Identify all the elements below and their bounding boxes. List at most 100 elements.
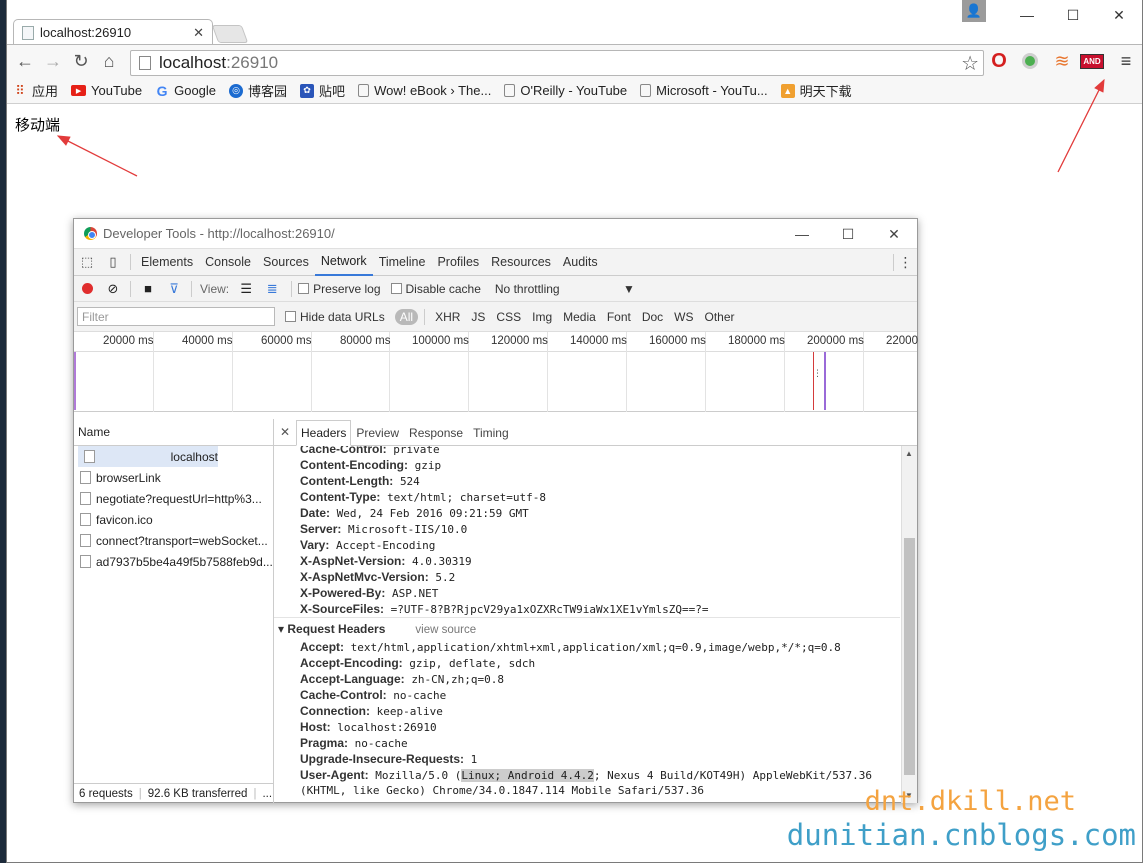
- file-icon: [80, 471, 91, 484]
- ua-highlight: Linux; Android 4.4.2: [461, 769, 594, 782]
- filter-js[interactable]: JS: [466, 309, 490, 325]
- timeline-handle-icon[interactable]: ⋮: [813, 368, 822, 379]
- filter-css[interactable]: CSS: [491, 309, 526, 325]
- tab-network[interactable]: Network: [314, 249, 373, 276]
- arrow-to-extension: [1057, 78, 1105, 173]
- filter-all[interactable]: All: [394, 308, 419, 325]
- devtools-title: Developer Tools - http://localhost:26910…: [103, 226, 335, 241]
- devtools-menu-icon[interactable]: ⋮: [893, 253, 917, 271]
- view-source-link[interactable]: view source: [415, 624, 476, 636]
- filter-other[interactable]: Other: [700, 309, 740, 325]
- header-line: Pragma: no-cache: [300, 736, 408, 750]
- header-line: Host: localhost:26910: [300, 720, 437, 734]
- header-line: Content-Length: 524: [300, 474, 420, 488]
- tab-timing[interactable]: Timing: [468, 426, 514, 445]
- request-list: Name localhost browserLink negotiate?req…: [74, 419, 274, 803]
- request-row[interactable]: ad7937b5be4a49f5b7588feb9d...: [74, 551, 273, 572]
- timeline-tick: 140000 ms: [570, 335, 627, 347]
- filter-icon[interactable]: ⊽: [161, 281, 187, 297]
- filter-doc[interactable]: Doc: [637, 309, 668, 325]
- hide-data-urls-checkbox[interactable]: Hide data URLs: [285, 310, 385, 324]
- network-filter-bar: Filter Hide data URLs All XHR JS CSS Img…: [74, 302, 917, 332]
- request-row[interactable]: favicon.ico: [74, 509, 273, 530]
- throttling-select[interactable]: No throttling ▼: [495, 282, 635, 296]
- headers-scrollbar[interactable]: ▲ ▼: [901, 446, 917, 803]
- timeline-tick: 180000 ms: [728, 335, 785, 347]
- tab-audits[interactable]: Audits: [557, 249, 604, 276]
- filter-input[interactable]: Filter: [77, 307, 275, 326]
- timeline-tick: 120000 ms: [491, 335, 548, 347]
- chrome-logo-icon: [84, 227, 97, 240]
- scroll-up-icon[interactable]: ▲: [905, 449, 913, 458]
- file-icon: [84, 450, 95, 463]
- tab-resources[interactable]: Resources: [485, 249, 557, 276]
- header-line: Vary: Accept-Encoding: [300, 538, 436, 552]
- filter-media[interactable]: Media: [558, 309, 601, 325]
- file-icon: [80, 534, 91, 547]
- devtools-titlebar: Developer Tools - http://localhost:26910…: [74, 219, 917, 249]
- request-row[interactable]: connect?transport=webSocket...: [74, 530, 273, 551]
- watermark-line-2: dunitian.cnblogs.com: [786, 818, 1136, 852]
- filter-img[interactable]: Img: [527, 309, 557, 325]
- network-overview[interactable]: 20000 ms 40000 ms 60000 ms 80000 ms 1000…: [74, 332, 918, 412]
- detail-tabs: ✕ Headers Preview Response Timing: [274, 419, 917, 446]
- timeline-ruler: 20000 ms 40000 ms 60000 ms 80000 ms 1000…: [74, 332, 918, 412]
- devtools-panel-tabs: ⬚ ▯ Elements Console Sources Network Tim…: [74, 249, 917, 276]
- tab-sources[interactable]: Sources: [257, 249, 315, 276]
- headers-content: Cache-Control: private Content-Encoding:…: [274, 446, 900, 803]
- overview-icon[interactable]: ≣: [259, 281, 285, 297]
- timeline-tick: 22000: [886, 335, 918, 347]
- name-column-header[interactable]: Name: [74, 419, 273, 446]
- inspect-element-icon[interactable]: ⬚: [74, 254, 100, 270]
- scroll-thumb[interactable]: [904, 538, 915, 775]
- record-icon[interactable]: [74, 283, 100, 294]
- devtools-window: Developer Tools - http://localhost:26910…: [73, 218, 918, 803]
- tab-elements[interactable]: Elements: [135, 249, 199, 276]
- user-agent-line: User-Agent: Mozilla/5.0 (Linux; Android …: [300, 768, 872, 782]
- file-icon: [80, 492, 91, 505]
- request-detail-panel: ✕ Headers Preview Response Timing Cache-…: [274, 419, 917, 803]
- timeline-tick: 200000 ms: [807, 335, 864, 347]
- tab-console[interactable]: Console: [199, 249, 257, 276]
- capture-screenshots-icon[interactable]: ■: [135, 281, 161, 296]
- filter-xhr[interactable]: XHR: [430, 309, 465, 325]
- timeline-tick: 60000 ms: [261, 335, 312, 347]
- request-row[interactable]: browserLink: [74, 467, 273, 488]
- filter-font[interactable]: Font: [602, 309, 636, 325]
- request-row[interactable]: localhost: [78, 446, 218, 467]
- devtools-close-button[interactable]: ✕: [871, 219, 917, 249]
- header-line: Cache-Control: private: [300, 446, 440, 456]
- header-line: Content-Encoding: gzip: [300, 458, 442, 472]
- header-line: X-AspNet-Version: 4.0.30319: [300, 554, 472, 568]
- large-rows-icon[interactable]: ☰: [233, 281, 259, 297]
- file-icon: [80, 513, 91, 526]
- tab-headers[interactable]: Headers: [296, 420, 352, 446]
- tab-profiles[interactable]: Profiles: [431, 249, 485, 276]
- timeline-tick: 40000 ms: [182, 335, 233, 347]
- arrow-to-page-text: [56, 135, 138, 177]
- device-mode-icon[interactable]: ▯: [100, 254, 126, 270]
- header-line: X-Powered-By: ASP.NET: [300, 586, 439, 600]
- header-line: X-AspNetMvc-Version: 5.2: [300, 570, 456, 584]
- header-line: Server: Microsoft-IIS/10.0: [300, 522, 468, 536]
- tab-response[interactable]: Response: [404, 426, 468, 445]
- file-icon: [80, 555, 91, 568]
- disable-cache-checkbox[interactable]: Disable cache: [390, 282, 481, 296]
- chevron-down-icon: ▼: [623, 281, 635, 296]
- request-row[interactable]: negotiate?requestUrl=http%3...: [74, 488, 273, 509]
- request-headers-section[interactable]: ▾ Request Headers view source: [274, 617, 900, 639]
- devtools-maximize-button[interactable]: ☐: [825, 219, 871, 249]
- tab-timeline[interactable]: Timeline: [373, 249, 432, 276]
- header-line: Date: Wed, 24 Feb 2016 09:21:59 GMT: [300, 506, 529, 520]
- network-summary: 6 requests | 92.6 KB transferred | ...: [74, 783, 274, 803]
- devtools-minimize-button[interactable]: —: [779, 219, 825, 249]
- clear-icon[interactable]: ⊘: [100, 281, 126, 297]
- screenshot-root: localhost:26910 ✕ 👤 — ☐ ✕ ← → ↻ ⌂ localh…: [0, 0, 1148, 863]
- header-line: Upgrade-Insecure-Requests: 1: [300, 752, 478, 766]
- preserve-log-checkbox[interactable]: Preserve log: [298, 282, 381, 296]
- header-line: Accept-Encoding: gzip, deflate, sdch: [300, 656, 536, 670]
- tab-preview[interactable]: Preview: [351, 426, 404, 445]
- filter-ws[interactable]: WS: [669, 309, 698, 325]
- close-detail-icon[interactable]: ✕: [274, 418, 296, 445]
- timeline-tick: 160000 ms: [649, 335, 706, 347]
